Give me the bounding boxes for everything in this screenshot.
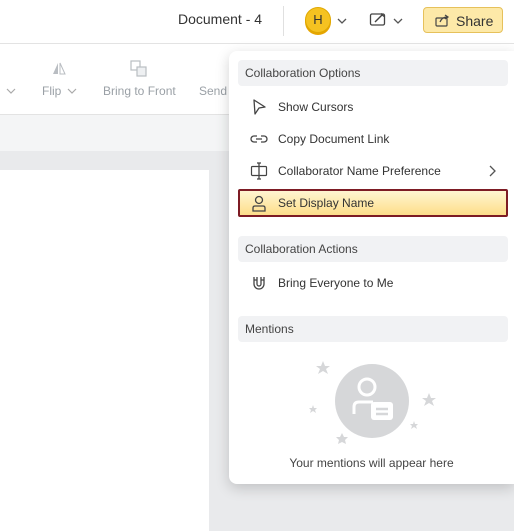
bring-to-front-icon xyxy=(130,60,147,77)
cursor-icon xyxy=(253,99,266,115)
section-collaboration-options: Collaboration Options xyxy=(238,60,508,86)
collaboration-menu: Collaboration Options Show Cursors Copy … xyxy=(229,51,514,484)
empty-mentions-illustration xyxy=(309,361,436,444)
section-collaboration-actions: Collaboration Actions xyxy=(238,236,508,262)
menu-item-label: Bring Everyone to Me xyxy=(278,276,394,290)
chevron-down-icon[interactable] xyxy=(337,16,347,26)
menu-item-name-preference[interactable]: Collaborator Name Preference xyxy=(238,157,508,185)
text-cursor-icon xyxy=(250,162,268,180)
link-icon xyxy=(250,135,268,143)
section-title: Collaboration Actions xyxy=(245,242,358,256)
menu-item-bring-everyone[interactable]: Bring Everyone to Me xyxy=(238,269,508,297)
bring-to-front-label[interactable]: Bring to Front xyxy=(103,84,176,98)
menu-item-copy-link[interactable]: Copy Document Link xyxy=(238,125,508,153)
share-label: Share xyxy=(456,13,494,29)
section-title: Collaboration Options xyxy=(245,66,361,80)
edit-icon[interactable] xyxy=(369,11,387,29)
user-icon xyxy=(252,195,266,212)
section-title: Mentions xyxy=(245,322,294,336)
mentions-empty-text: Your mentions will appear here xyxy=(289,456,454,470)
top-bar: Document - 4 H Share xyxy=(0,0,514,44)
document-title[interactable]: Document - 4 xyxy=(178,11,262,27)
share-button[interactable]: Share xyxy=(423,7,503,33)
avatar[interactable]: H xyxy=(305,7,331,33)
menu-item-label: Copy Document Link xyxy=(278,132,390,146)
menu-item-label: Collaborator Name Preference xyxy=(278,164,441,178)
chevron-down-icon[interactable] xyxy=(393,16,403,26)
flip-label[interactable]: Flip xyxy=(42,84,61,98)
magnet-icon xyxy=(253,277,265,290)
send-label[interactable]: Send xyxy=(199,84,227,98)
chevron-down-icon[interactable] xyxy=(6,86,16,96)
chevron-down-icon[interactable] xyxy=(67,86,77,96)
menu-item-show-cursors[interactable]: Show Cursors xyxy=(238,93,508,121)
share-icon xyxy=(435,14,450,27)
section-mentions: Mentions xyxy=(238,316,508,342)
menu-item-label: Set Display Name xyxy=(278,196,375,210)
flip-icon xyxy=(53,62,66,75)
chevron-right-icon xyxy=(489,165,496,177)
divider xyxy=(283,6,284,36)
canvas-page[interactable] xyxy=(0,170,209,531)
menu-item-set-display-name[interactable]: Set Display Name xyxy=(238,189,508,217)
menu-item-label: Show Cursors xyxy=(278,100,354,114)
